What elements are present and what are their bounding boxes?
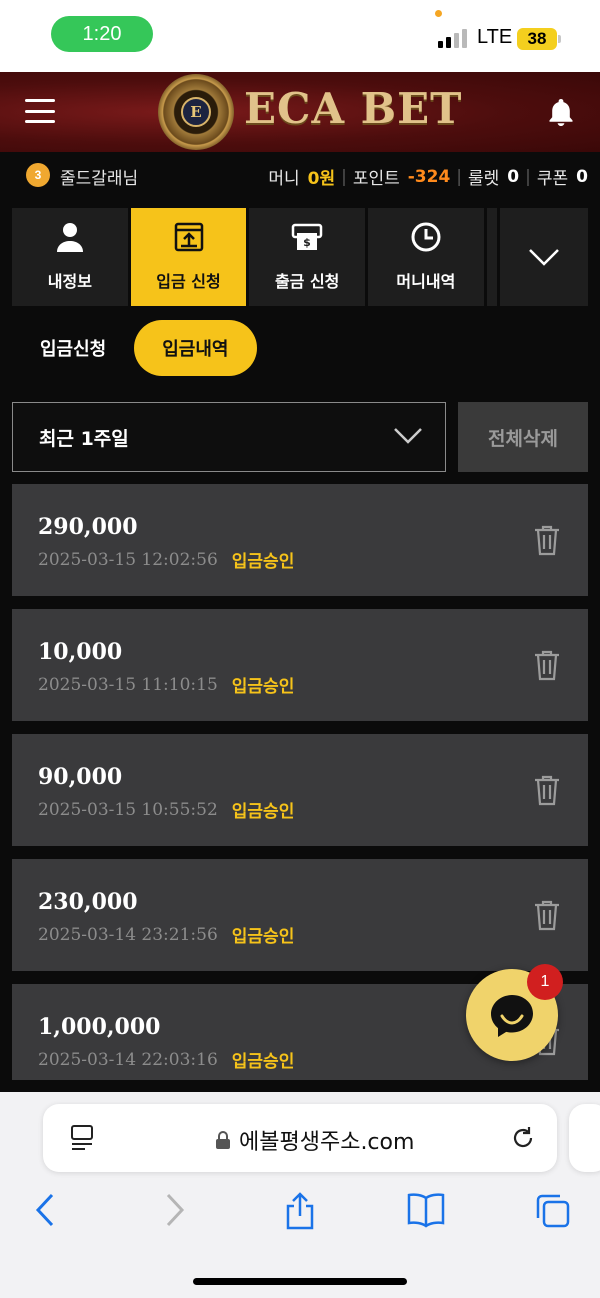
logo-emblem[interactable]: E <box>158 74 234 150</box>
tabs-icon[interactable] <box>534 1192 572 1230</box>
user-info-bar: 3 줄드갈래님 머니 0원 | 포인트 -324 | 룰렛 0 | 쿠폰 0 <box>0 152 600 198</box>
address-bar[interactable]: 에볼평생주소.com <box>43 1104 557 1172</box>
deposit-status: 입금승인 <box>231 802 295 822</box>
user-icon <box>53 220 87 254</box>
tab-my-info[interactable]: 내정보 <box>12 208 128 306</box>
bell-icon[interactable] <box>545 96 577 128</box>
point-value: -324 <box>407 166 451 187</box>
deposit-status: 입금승인 <box>231 677 295 697</box>
tab-label: 출금 신청 <box>274 272 340 291</box>
deposit-status: 입금승인 <box>231 552 295 572</box>
list-item: 230,000 2025-03-14 23:21:56 입금승인 <box>12 859 588 971</box>
list-item: 10,000 2025-03-15 11:10:15 입금승인 <box>12 609 588 721</box>
url-display[interactable]: 에볼평생주소.com <box>215 1124 414 1156</box>
subtab-deposit-history[interactable]: 입금내역 <box>134 320 257 376</box>
network-type: LTE <box>477 26 513 48</box>
period-select[interactable]: 최근 1주일 <box>12 402 446 472</box>
divider: | <box>341 166 347 187</box>
list-item: 90,000 2025-03-15 10:55:52 입금승인 <box>12 734 588 846</box>
account-nav-tabs: 내정보 입금 신청 $ 출금 신청 머니내역 <box>12 208 589 306</box>
trash-icon[interactable] <box>532 524 562 556</box>
wallet-summary: 머니 0원 | 포인트 -324 | 룰렛 0 | 쿠폰 0 <box>268 164 588 190</box>
roulette-label: 룰렛 <box>468 169 500 189</box>
battery-icon: 38 <box>517 28 561 50</box>
privacy-indicator <box>435 10 442 17</box>
tab-label: 머니내역 <box>396 272 456 291</box>
subtab-deposit-request[interactable]: 입금신청 <box>12 320 134 376</box>
chat-icon <box>491 995 533 1037</box>
deposit-icon <box>172 220 206 254</box>
username: 줄드갈래님 <box>60 169 139 189</box>
coupon-value: 0 <box>576 166 588 187</box>
more-tabs-button[interactable] <box>500 208 589 306</box>
list-item: 290,000 2025-03-15 12:02:56 입금승인 <box>12 484 588 596</box>
deposit-amount: 230,000 <box>38 889 138 915</box>
clock-icon <box>409 220 443 254</box>
level-badge-icon: 3 <box>26 163 50 187</box>
money-label: 머니 <box>268 169 300 189</box>
deposit-datetime: 2025-03-14 22:03:16 <box>38 1049 218 1070</box>
deposit-datetime: 2025-03-15 10:55:52 <box>38 799 218 820</box>
divider: | <box>456 166 463 187</box>
deposit-datetime: 2025-03-15 12:02:56 <box>38 549 218 570</box>
status-time: 1:20 <box>51 16 153 52</box>
chevron-down-icon <box>394 428 422 444</box>
tab-withdraw-request[interactable]: $ 출금 신청 <box>249 208 366 306</box>
deposit-status: 입금승인 <box>231 1052 295 1072</box>
deposit-status: 입금승인 <box>231 927 295 947</box>
point-label: 포인트 <box>352 169 400 189</box>
chevron-down-icon <box>529 249 560 266</box>
money-value: 0원 <box>307 169 336 189</box>
tab-label: 입금 신청 <box>156 272 221 291</box>
signal-icon <box>438 29 467 48</box>
tab-overflow-peek <box>486 208 498 306</box>
svg-text:$: $ <box>303 236 311 249</box>
logo-letter: E <box>181 97 211 127</box>
deposit-datetime: 2025-03-15 11:10:15 <box>38 674 218 695</box>
coupon-label: 쿠폰 <box>536 169 569 189</box>
deposit-amount: 90,000 <box>38 764 123 790</box>
bookmarks-icon[interactable] <box>406 1192 446 1228</box>
period-selected-value: 최근 1주일 <box>39 427 129 450</box>
site-header: E ECA BET <box>0 72 600 152</box>
trash-icon[interactable] <box>532 649 562 681</box>
deposit-datetime: 2025-03-14 23:21:56 <box>38 924 218 945</box>
chat-notification-badge: 1 <box>527 964 563 1000</box>
browser-toolbar <box>0 1192 600 1236</box>
trash-icon[interactable] <box>532 899 562 931</box>
menu-icon[interactable] <box>25 99 55 123</box>
delete-all-button[interactable]: 전체삭제 <box>458 402 588 472</box>
roulette-value: 0 <box>507 166 520 187</box>
withdraw-icon: $ <box>290 220 324 254</box>
trash-icon[interactable] <box>532 774 562 806</box>
next-tab-peek[interactable] <box>569 1104 600 1172</box>
forward-icon[interactable] <box>164 1192 186 1228</box>
logo-text[interactable]: ECA BET <box>244 84 462 133</box>
deposit-amount: 1,000,000 <box>38 1014 161 1040</box>
tab-label: 내정보 <box>47 272 92 291</box>
url-text: 에볼평생주소.com <box>239 1130 415 1155</box>
deposit-amount: 290,000 <box>38 514 138 540</box>
browser-chrome: 에볼평생주소.com <box>0 1092 600 1298</box>
tab-deposit-request[interactable]: 입금 신청 <box>130 208 247 306</box>
reload-icon[interactable] <box>509 1124 537 1152</box>
deposit-amount: 10,000 <box>38 639 123 665</box>
home-indicator <box>193 1278 407 1285</box>
share-icon[interactable] <box>284 1192 316 1230</box>
deposit-sub-tabs: 입금신청 입금내역 <box>12 320 257 376</box>
divider: | <box>525 166 531 187</box>
tab-money-history[interactable]: 머니내역 <box>368 208 484 306</box>
back-icon[interactable] <box>34 1192 56 1228</box>
lock-icon <box>216 1131 230 1149</box>
status-bar: 1:20 LTE 38 <box>0 0 600 72</box>
page-menu-icon[interactable] <box>69 1124 95 1152</box>
